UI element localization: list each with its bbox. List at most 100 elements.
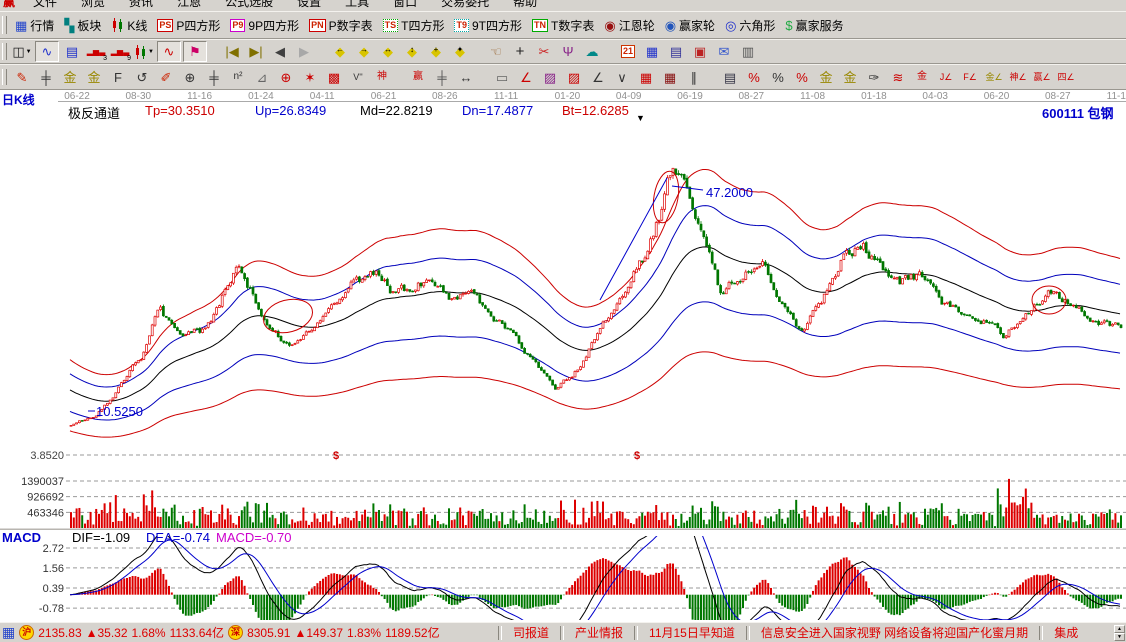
zigzag-blue-tool[interactable]: ∿	[35, 41, 59, 62]
save-button[interactable]: ▣	[689, 42, 711, 61]
ruler-tool[interactable]: ╪	[35, 68, 57, 87]
nav-next-button[interactable]: ▶	[293, 42, 315, 61]
news-field-1[interactable]: 司报道	[504, 624, 558, 641]
toolbar-grip[interactable]	[2, 16, 7, 34]
grid-tool[interactable]: ▦	[635, 68, 657, 87]
cloud-tool[interactable]: ☁	[581, 42, 603, 61]
winner-service-button[interactable]: $赢家服务	[780, 14, 848, 36]
menu-3[interactable]: 资讯	[117, 0, 165, 10]
crosshair-tool[interactable]: +	[509, 42, 531, 61]
n2-ruler-tool[interactable]: n²	[227, 68, 249, 87]
measure-pen-tool[interactable]: ✑	[863, 68, 885, 87]
quote-grid-icon[interactable]: ▦	[2, 624, 15, 641]
toolbar-grip[interactable]	[2, 69, 7, 86]
f-angle-tool[interactable]: F∠	[959, 68, 981, 87]
calendar-button[interactable]: 21	[617, 42, 639, 61]
nav-last-button[interactable]: ▶|	[245, 42, 267, 61]
flag-chart-tool[interactable]: ⚑	[183, 41, 207, 62]
window-layout-button[interactable]: ◫▼	[11, 42, 33, 61]
notes-button[interactable]: ▤	[665, 42, 687, 61]
shen-ruler-tool[interactable]: 神	[371, 68, 393, 87]
fan-box2-tool[interactable]: ▨	[563, 68, 585, 87]
fan-lines-tool[interactable]: ∠	[515, 68, 537, 87]
f-ruler-tool[interactable]: F	[107, 68, 129, 87]
mail-button[interactable]: ✉	[713, 42, 735, 61]
bars-3-button[interactable]: ▂▅▃3	[85, 42, 107, 61]
brush-tool[interactable]: ✎	[11, 68, 33, 87]
gann-wheel-button[interactable]: ◉江恩轮	[599, 14, 659, 36]
j-angle-tool[interactable]: J∠	[935, 68, 957, 87]
menu-10[interactable]: 帮助	[501, 0, 549, 10]
p-number-table-button[interactable]: PNP数字表	[304, 14, 378, 36]
news-field-5[interactable]: 集成	[1045, 624, 1087, 641]
ruler-123-tool[interactable]: ╪	[431, 68, 453, 87]
menu-5[interactable]: 公式选股	[213, 0, 285, 10]
workstation-button[interactable]: ▥	[737, 42, 759, 61]
gold-circle-tool[interactable]: 金	[815, 68, 837, 87]
diamond-center-button[interactable]: ◆+	[425, 42, 447, 61]
kline-button[interactable]: K线	[106, 14, 152, 36]
menu-7[interactable]: 工具	[333, 0, 381, 10]
market-quotes-button[interactable]: ▦行情	[10, 14, 59, 36]
candle-style-button[interactable]: ▼	[133, 42, 155, 61]
spiral-tool[interactable]: ↺	[131, 68, 153, 87]
diamond-vstretch-button[interactable]: ◆↕	[401, 42, 423, 61]
wave-tool[interactable]: ∨	[611, 68, 633, 87]
tick-ruler-tool[interactable]: ╪	[203, 68, 225, 87]
gold-ruler-tool[interactable]: 金	[59, 68, 81, 87]
grid2-tool[interactable]: ▦	[659, 68, 681, 87]
toolbar-grip[interactable]	[2, 43, 7, 59]
bars-9-button[interactable]: ▂▅▃9	[109, 42, 131, 61]
gold-box-tool[interactable]: 金	[911, 68, 933, 87]
news-scroll-spinner[interactable]: ▲▼	[1114, 625, 1125, 640]
gold-ruler2-tool[interactable]: 金	[83, 68, 105, 87]
hand-tool[interactable]: ☜	[485, 42, 507, 61]
nav-prev-button[interactable]: ◀	[269, 42, 291, 61]
wave-mark-tool[interactable]: V''	[347, 68, 369, 87]
winner-wheel-button[interactable]: ◉赢家轮	[660, 14, 720, 36]
t9-square-button[interactable]: T99T四方形	[449, 14, 527, 36]
fan-grid-tool[interactable]: ▩	[323, 68, 345, 87]
shen-angle-tool[interactable]: 神∠	[1007, 68, 1029, 87]
cut-tool[interactable]: ✂	[533, 42, 555, 61]
ying-ruler-tool[interactable]: 赢	[407, 68, 429, 87]
calculator-button[interactable]: ▦	[641, 42, 663, 61]
anchor-tool[interactable]: Ψ	[557, 42, 579, 61]
menu-8[interactable]: 窗口	[381, 0, 429, 10]
diamond-hstretch-button[interactable]: ◆↔	[377, 42, 399, 61]
sectors-button[interactable]: ▚板块	[59, 14, 106, 36]
menu-4[interactable]: 江恩	[165, 0, 213, 10]
diamond-left-button[interactable]: ◆←	[329, 42, 351, 61]
report-button[interactable]: ▤	[61, 42, 83, 61]
ying-angle-tool[interactable]: 赢∠	[1031, 68, 1053, 87]
zigzag-red-tool[interactable]: ∿	[157, 41, 181, 62]
news-field-2[interactable]: 产业情报	[566, 624, 632, 641]
nav-first-button[interactable]: |◀	[221, 42, 243, 61]
pen-ruler-tool[interactable]: ✐	[155, 68, 177, 87]
p-square-button[interactable]: PSP四方形	[152, 14, 225, 36]
diamond-expand-button[interactable]: ◆✦	[449, 42, 471, 61]
price-list-tool[interactable]: ▤	[719, 68, 741, 87]
gold-line-tool[interactable]: 金	[839, 68, 861, 87]
gold-angle-tool[interactable]: 金∠	[983, 68, 1005, 87]
news-field-4[interactable]: 信息安全进入国家视野 网络设备将迎国产化蜜月期	[752, 624, 1037, 641]
circle-cross-tool[interactable]: ⊕	[275, 68, 297, 87]
t-square-button[interactable]: TST四方形	[378, 14, 450, 36]
fan-box-tool[interactable]: ▨	[539, 68, 561, 87]
clock-ruler-tool[interactable]: ⊕	[179, 68, 201, 87]
wave-box-tool[interactable]: ≋	[887, 68, 909, 87]
diamond-right-button[interactable]: ◆→	[353, 42, 375, 61]
width-arrows-tool[interactable]: ↔	[455, 68, 477, 87]
setsquare-tool[interactable]: ⊿	[251, 68, 273, 87]
parallel-lines-tool[interactable]: ∥	[683, 68, 705, 87]
si-angle-tool[interactable]: 四∠	[1055, 68, 1077, 87]
news-field-3[interactable]: 11月15日早知道	[640, 624, 744, 641]
hexagon-button[interactable]: ◎六角形	[720, 14, 780, 36]
box-select-tool[interactable]: ▭	[491, 68, 513, 87]
percent-lines-tool[interactable]: %	[791, 68, 813, 87]
menu-9[interactable]: 交易委托	[429, 0, 501, 10]
t-number-table-button[interactable]: TNT数字表	[527, 14, 599, 36]
percent-line-tool[interactable]: %	[743, 68, 765, 87]
fan-tool[interactable]: ✶	[299, 68, 321, 87]
p9-square-button[interactable]: P99P四方形	[225, 14, 304, 36]
